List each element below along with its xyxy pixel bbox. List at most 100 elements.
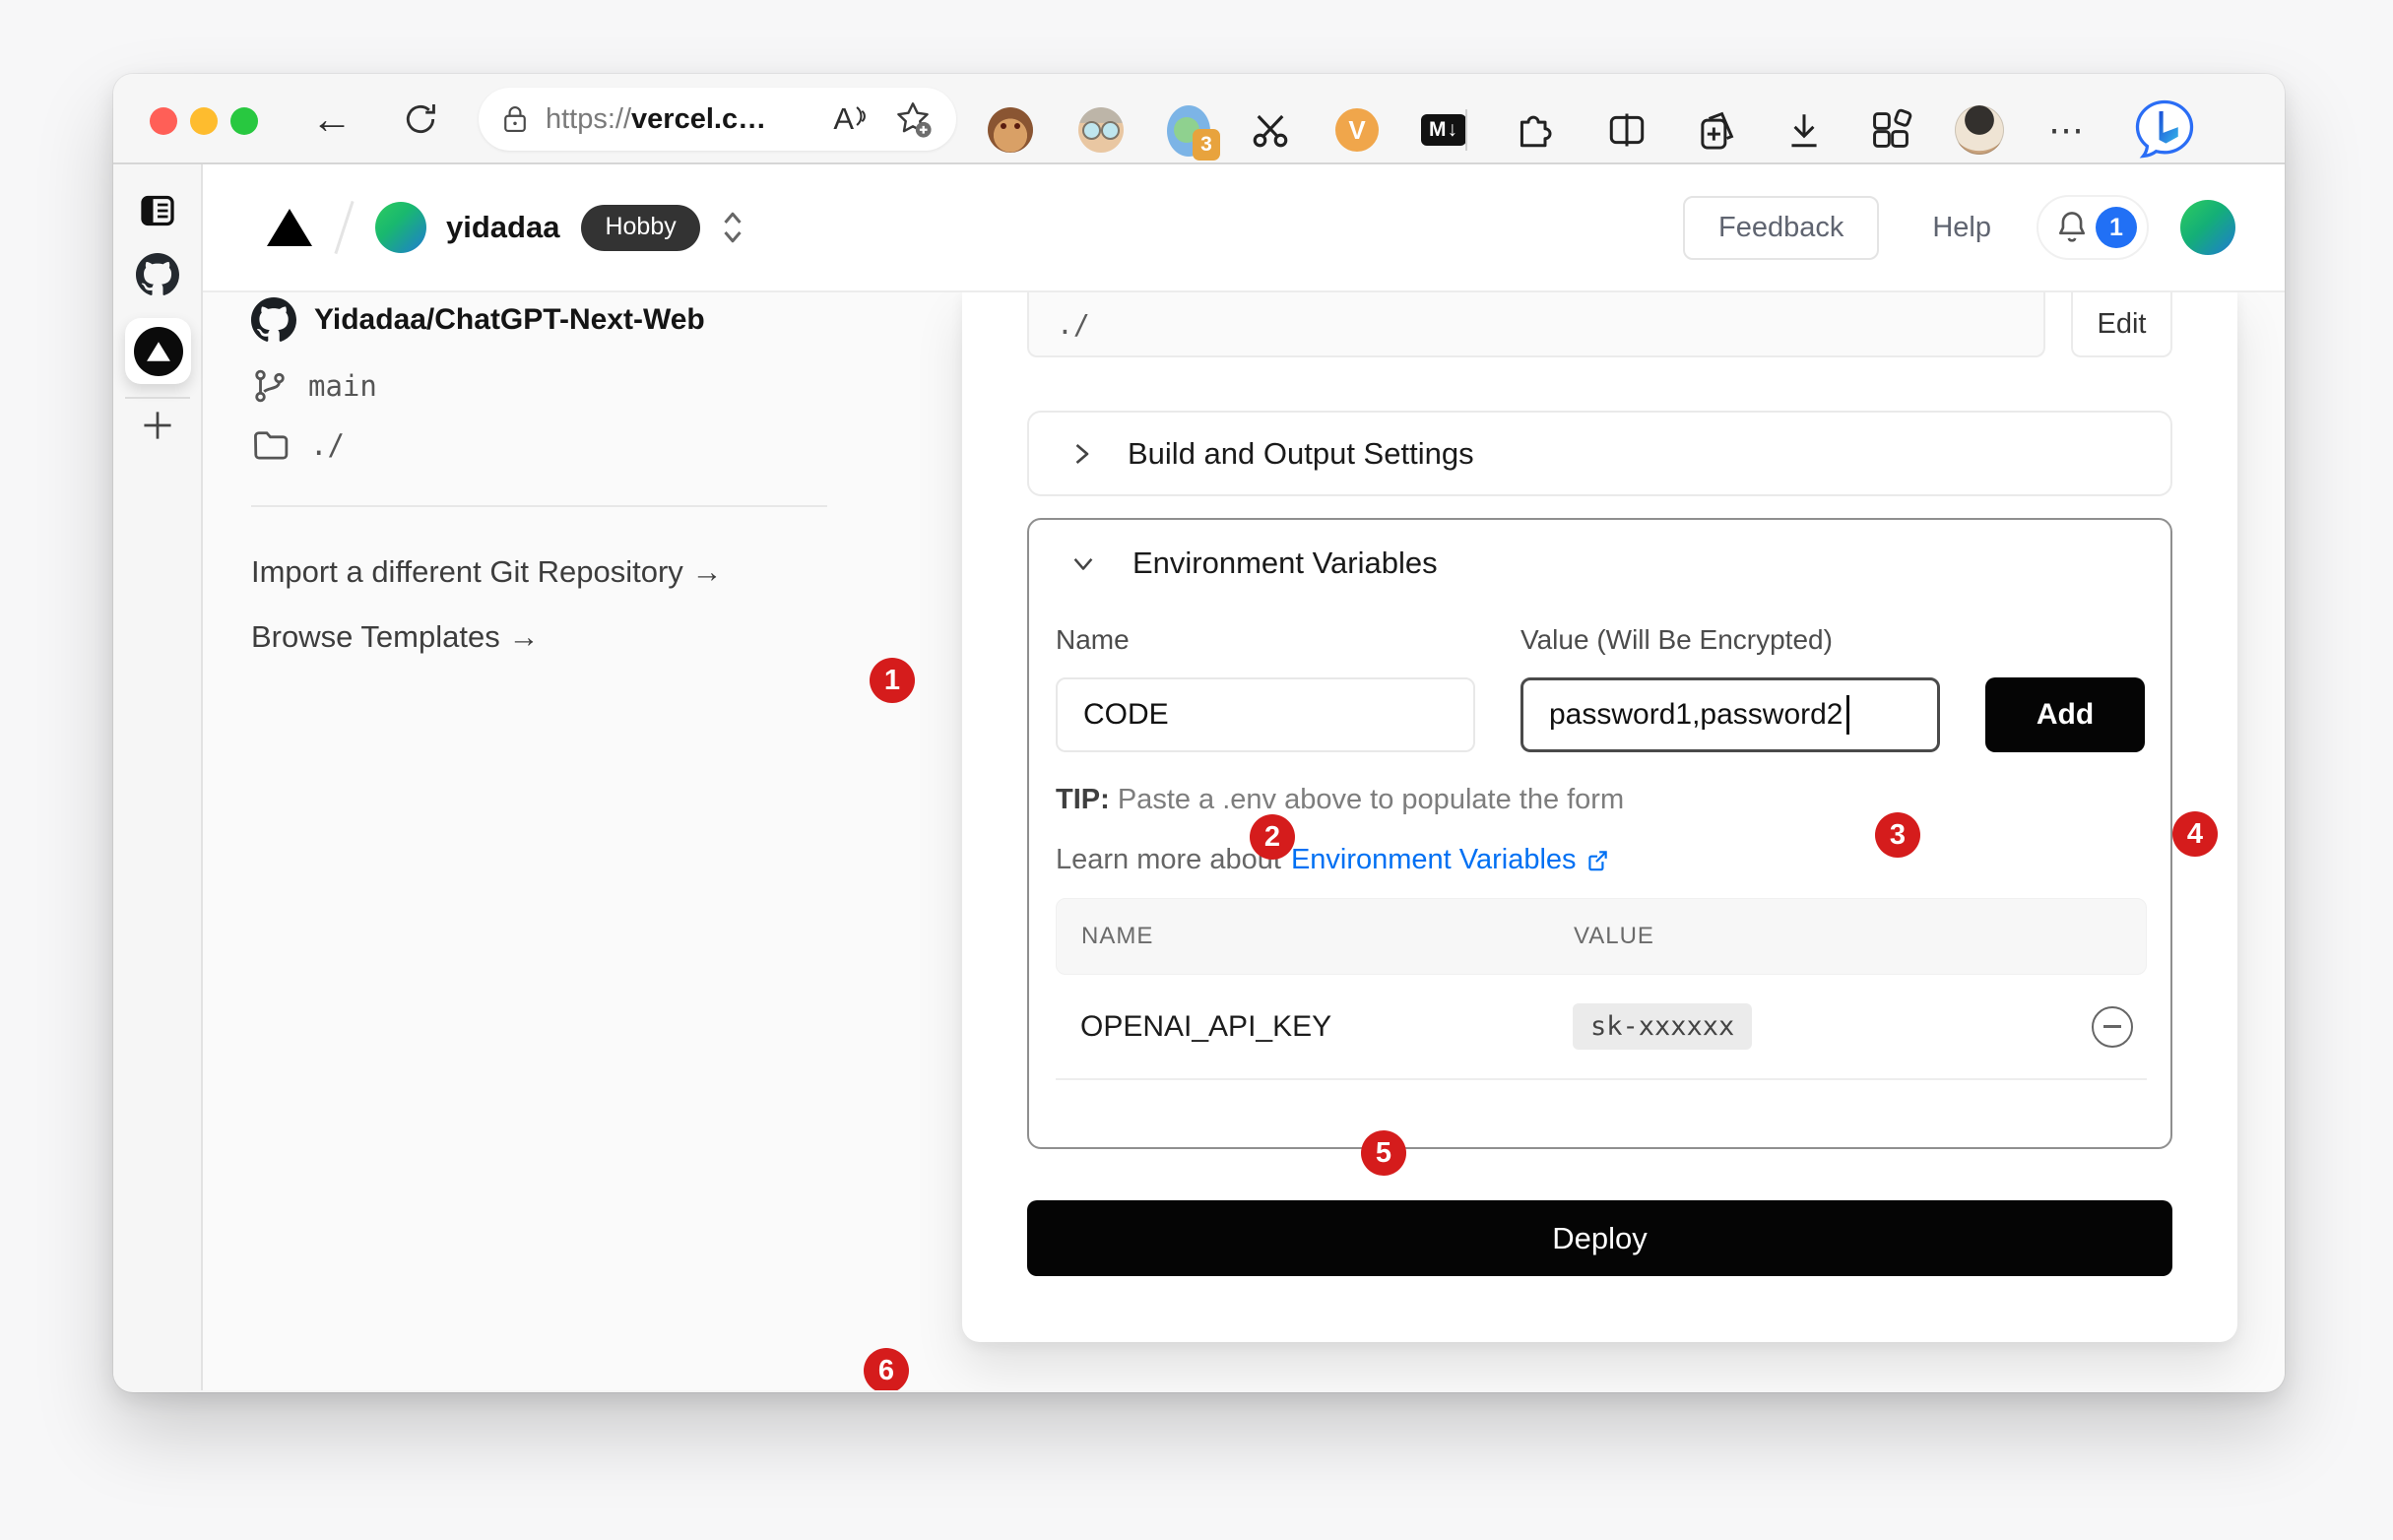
branch-row: main [251,363,881,409]
env-name-input[interactable]: CODE [1056,677,1475,752]
close-window-button[interactable] [150,107,177,135]
tab-vercel-active[interactable] [125,318,191,384]
root-directory-row: ./ Edit [1027,292,2172,357]
name-label: Name [1056,624,1475,656]
team-switcher-button[interactable] [718,208,747,247]
add-favorite-icon[interactable] [893,99,933,139]
remove-env-button[interactable] [2092,1006,2133,1048]
tampermonkey-extension-icon[interactable] [985,104,1036,156]
vercel-logo[interactable] [266,207,313,248]
browse-templates-link[interactable]: Browse Templates → [251,619,539,655]
browser-toolbar: ← https://vercel.c… A [113,74,2285,164]
notifications-button[interactable]: 1 [2037,195,2149,260]
env-tip: TIP: Paste a .env above to populate the … [1056,784,2147,816]
plan-badge: Hobby [581,205,699,251]
env-name-value: CODE [1083,698,1169,732]
address-bar[interactable]: https://vercel.c… A [479,88,956,151]
notification-count-badge: 1 [2096,207,2137,248]
env-docs-link[interactable]: Environment Variables [1291,844,1610,876]
tab-actions-icon[interactable] [113,190,201,231]
env-table-row: OPENAI_API_KEY sk-xxxxxx [1056,975,2147,1080]
env-row-name: OPENAI_API_KEY [1080,1010,1573,1044]
edge-vertical-tabstrip [113,164,203,1390]
build-output-settings-accordion[interactable]: Build and Output Settings [1027,411,2172,496]
annotation-badge-4: 4 [2172,811,2218,857]
deploy-button[interactable]: Deploy [1027,1200,2172,1276]
value-label: Value (Will Be Encrypted) [1520,624,1940,656]
clipper-extension-icon[interactable] [1245,104,1296,156]
root-dir-row: ./ [251,422,881,468]
apps-grid-icon[interactable] [1865,104,1916,156]
chevron-down-icon [1069,550,1097,576]
breadcrumb-slash [334,201,354,254]
url-host: vercel.c… [631,103,766,136]
downloads-icon[interactable] [1779,104,1830,156]
environment-variables-section: Environment Variables Name CODE [1027,518,2172,1149]
vimium-extension-icon[interactable]: V [1331,104,1383,156]
github-icon [251,297,296,343]
vercel-content: Yidadaa/ChatGPT-Next-Web main [203,292,2285,1390]
help-link[interactable]: Help [1932,212,1991,244]
tabstrip-divider [125,397,190,399]
split-screen-icon[interactable] [1601,104,1652,156]
annotation-badge-2: 2 [1250,814,1295,860]
learn-more-line: Learn more about Environment Variables [1056,844,2147,876]
feedback-button[interactable]: Feedback [1683,196,1879,260]
env-section-toggle[interactable]: Environment Variables [1056,545,2147,581]
profile-avatar[interactable] [1954,104,2005,156]
left-panel-divider [251,505,827,507]
edit-button[interactable]: Edit [2071,292,2172,357]
annotation-badge-6: 6 [864,1348,909,1390]
markdown-extension-icon[interactable]: M↓ [1418,104,1469,156]
bing-chat-icon[interactable] [2131,96,2198,162]
env-value-input[interactable]: password1,password2 [1520,677,1940,752]
minimize-window-button[interactable] [190,107,218,135]
toolbar-divider [1465,109,1467,151]
more-menu-icon[interactable]: ⋯ [2042,104,2094,156]
annotation-badge-3: 3 [1875,812,1920,858]
external-link-icon [1585,848,1610,873]
import-different-repo-link[interactable]: Import a different Git Repository → [251,554,722,590]
tab-github[interactable] [113,253,201,296]
url-scheme: https:// [546,103,631,136]
git-branch-icon [251,365,289,407]
vercel-favicon [134,327,183,376]
col-name-header: NAME [1081,923,1574,950]
user-avatar[interactable] [2180,200,2235,255]
extensions-puzzle-icon[interactable] [1509,104,1560,156]
repo-summary-panel: Yidadaa/ChatGPT-Next-Web main [251,292,881,655]
new-tab-button[interactable] [113,407,201,444]
lock-icon [502,103,528,135]
tip-label: TIP: [1056,784,1110,815]
extension-with-badge-icon[interactable]: 3 [1164,104,1215,156]
env-form: Name CODE Value (Will Be Encrypted) pass… [1056,624,2147,752]
folder-icon [251,427,291,463]
extension-badge-count: 3 [1193,129,1220,160]
refresh-icon [402,100,439,138]
text-caret [1846,695,1849,735]
collections-icon[interactable] [1690,104,1741,156]
env-value-text: password1,password2 [1549,698,1843,732]
chevron-right-icon [1068,439,1094,469]
add-env-button[interactable]: Add [1985,677,2145,752]
read-aloud-icon[interactable]: A [833,101,868,137]
annotation-badge-1: 1 [870,658,915,703]
env-table-header: NAME VALUE [1056,898,2147,975]
bell-icon [2054,209,2090,246]
vercel-header: yidadaa Hobby Feedback Help [203,164,2285,292]
user-agent-extension-icon[interactable] [1075,104,1127,156]
root-directory-input[interactable]: ./ [1027,292,2045,357]
repo-name: Yidadaa/ChatGPT-Next-Web [314,303,705,337]
branch-name: main [308,369,377,403]
learn-prefix: Learn more about [1056,844,1281,876]
zoom-window-button[interactable] [230,107,258,135]
tip-text: Paste a .env above to populate the form [1118,784,1624,815]
browser-window: ← https://vercel.c… A [113,74,2285,1392]
team-name[interactable]: yidadaa [446,210,559,245]
team-avatar[interactable] [375,202,426,253]
refresh-button[interactable] [397,96,444,143]
env-section-label: Environment Variables [1132,545,1438,581]
configure-project-card: ./ Edit Build and Output Settings [962,292,2237,1342]
screenshot-stage: ← https://vercel.c… A [0,0,2393,1540]
back-button[interactable]: ← [308,96,356,143]
